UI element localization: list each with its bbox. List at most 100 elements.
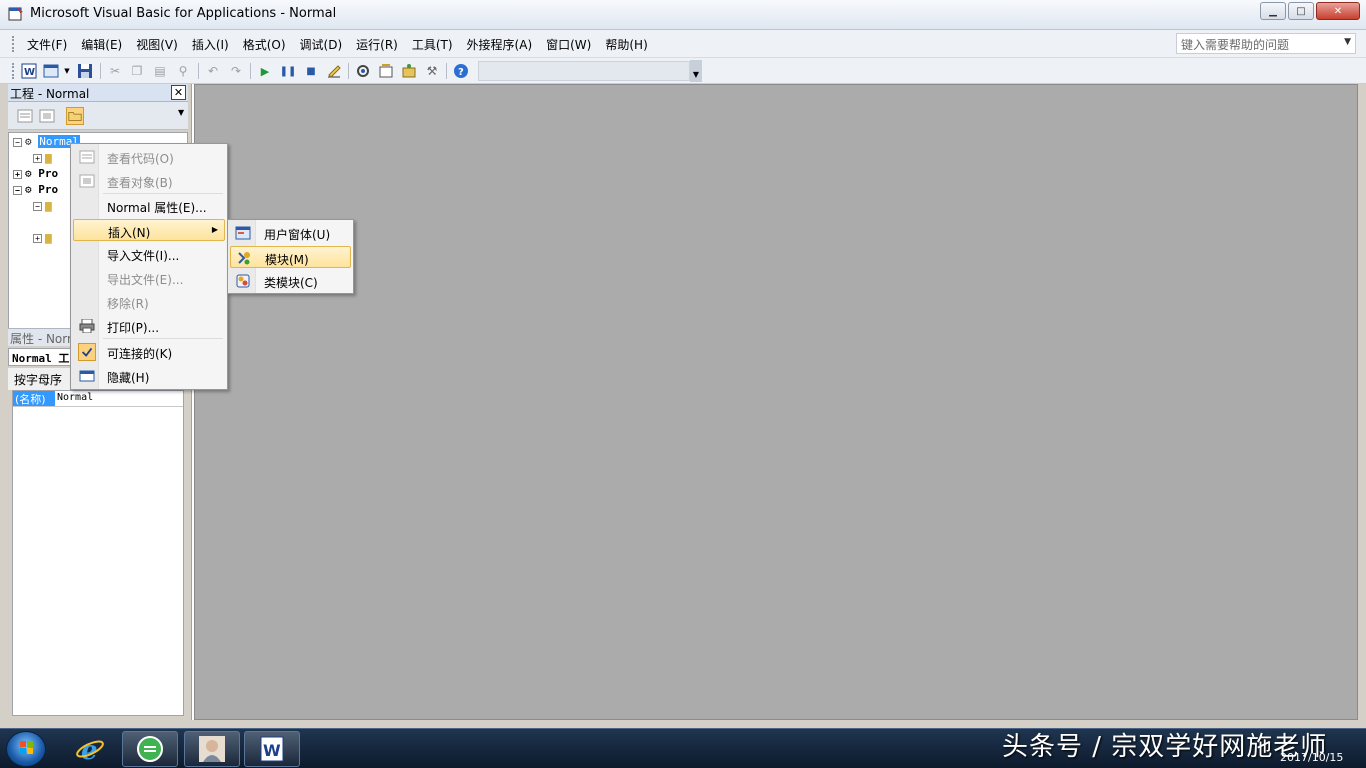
menu-help[interactable]: 帮助(H) <box>598 36 654 53</box>
menu-item-import-file[interactable]: 导入文件(I)... <box>73 243 225 265</box>
help-icon[interactable]: ? <box>452 62 470 80</box>
view-object-icon[interactable] <box>38 107 56 125</box>
project-explorer-icon[interactable] <box>354 62 372 80</box>
window-frame-right <box>1358 84 1366 720</box>
menu-addins[interactable]: 外接程序(A) <box>460 36 540 53</box>
properties-grid: (名称) Normal <box>12 390 184 716</box>
collapse-icon[interactable]: − <box>33 201 42 211</box>
maximize-button[interactable]: □ <box>1288 2 1314 20</box>
menu-item-label: 查看对象(B) <box>107 176 173 190</box>
menu-item-export-file[interactable]: 导出文件(E)... <box>73 267 225 289</box>
menu-format[interactable]: 格式(O) <box>236 36 293 53</box>
menu-separator <box>103 338 223 339</box>
toolbox-icon[interactable]: ⚒ <box>423 62 441 80</box>
clock-date[interactable]: 2017/10/15 <box>1280 751 1343 764</box>
tree-item-folder[interactable]: − ▆ <box>33 199 52 215</box>
toolbar-options-icon[interactable]: ▼ <box>690 60 702 82</box>
collapse-icon[interactable]: − <box>13 137 22 147</box>
menu-edit[interactable]: 编辑(E) <box>74 36 129 53</box>
tree-item-project[interactable]: − ⚙ Pro <box>13 183 58 199</box>
menu-window[interactable]: 窗口(W) <box>539 36 598 53</box>
svg-text:W: W <box>24 67 35 78</box>
svg-text:W: W <box>263 741 281 760</box>
menu-item-hide[interactable]: 隐藏(H) <box>73 365 225 387</box>
expand-icon[interactable]: + <box>33 233 42 243</box>
word-view-icon[interactable]: W <box>20 62 38 80</box>
taskbar-photo-button[interactable] <box>184 731 240 767</box>
vba-project-icon: ⚙ <box>25 183 32 196</box>
view-code-icon[interactable] <box>16 107 34 125</box>
chevron-down-icon[interactable]: ▼ <box>1344 37 1351 47</box>
menu-file[interactable]: 文件(F) <box>20 36 74 53</box>
menu-item-view-object[interactable]: 查看对象(B) <box>73 170 225 192</box>
tree-item-project[interactable]: + ⚙ Pro <box>13 167 58 183</box>
module-icon <box>238 252 250 265</box>
menu-item-userform[interactable]: 用户窗体(U) <box>230 222 351 244</box>
property-key: (名称) <box>13 391 55 406</box>
close-button[interactable]: ✕ <box>1316 2 1360 20</box>
menu-view[interactable]: 视图(V) <box>129 36 185 53</box>
close-icon[interactable]: ✕ <box>171 85 186 100</box>
toolbar-separator <box>348 63 349 79</box>
properties-window-icon[interactable] <box>377 62 395 80</box>
menu-item-label: Normal 属性(E)... <box>107 201 207 215</box>
chevron-down-icon[interactable]: ▼ <box>62 62 72 80</box>
object-browser-icon[interactable] <box>400 62 418 80</box>
portrait-thumbnail-icon <box>199 736 225 762</box>
windows-logo-icon <box>20 741 33 754</box>
menu-tools[interactable]: 工具(T) <box>405 36 460 53</box>
window-title: Microsoft Visual Basic for Applications … <box>30 6 337 21</box>
redo-icon[interactable]: ↷ <box>227 62 245 80</box>
start-button[interactable] <box>6 731 46 767</box>
menu-debug[interactable]: 调试(D) <box>293 36 350 53</box>
run-icon[interactable]: ▶ <box>256 62 274 80</box>
menu-item-class-module[interactable]: 类模块(C) <box>230 270 351 292</box>
menu-run[interactable]: 运行(R) <box>349 36 405 53</box>
userform-icon <box>235 226 251 240</box>
cut-icon[interactable]: ✂ <box>106 62 124 80</box>
menu-item-properties[interactable]: Normal 属性(E)... <box>73 195 225 217</box>
menu-item-print[interactable]: 打印(P)... <box>73 315 225 337</box>
menu-item-dockable[interactable]: 可连接的(K) <box>73 341 225 363</box>
chevron-down-icon[interactable]: ▼ <box>178 108 184 117</box>
taskbar-app-button[interactable] <box>122 731 178 767</box>
menu-item-remove[interactable]: 移除(R) <box>73 291 225 313</box>
menu-item-label: 查看代码(O) <box>107 152 174 166</box>
menu-item-label: 插入(N) <box>108 226 151 240</box>
window-titlebar[interactable]: Microsoft Visual Basic for Applications … <box>0 0 1366 30</box>
design-mode-icon[interactable] <box>325 62 343 80</box>
tree-item-folder[interactable]: + ▆ <box>33 151 52 167</box>
paste-icon[interactable]: ▤ <box>151 62 169 80</box>
copy-icon[interactable]: ❐ <box>128 62 146 80</box>
reset-icon[interactable]: ■ <box>302 62 320 80</box>
taskbar-ie-button[interactable]: e <box>62 731 118 767</box>
menubar-grip[interactable] <box>12 36 15 52</box>
taskbar-word-button[interactable]: W <box>244 731 300 767</box>
break-icon[interactable]: ❚❚ <box>279 62 297 80</box>
menu-item-label: 类模块(C) <box>264 276 318 290</box>
help-search-input[interactable]: 键入需要帮助的问题 ▼ <box>1176 33 1356 54</box>
expand-icon[interactable]: + <box>13 169 22 179</box>
toggle-folders-icon[interactable] <box>66 107 84 125</box>
menu-bar: 文件(F) 编辑(E) 视图(V) 插入(I) 格式(O) 调试(D) 运行(R… <box>0 30 1366 58</box>
save-icon[interactable] <box>76 62 94 80</box>
toolbar-separator <box>100 63 101 79</box>
find-icon[interactable]: ⚲ <box>174 62 192 80</box>
minimize-button[interactable]: ▁ <box>1260 2 1286 20</box>
property-value[interactable]: Normal <box>57 391 93 403</box>
hide-window-icon <box>79 370 95 382</box>
menu-item-module[interactable]: 模块(M) <box>230 246 351 268</box>
toolbar-grip[interactable] <box>12 63 15 79</box>
vba-project-icon: ⚙ <box>25 167 32 180</box>
insert-userform-icon[interactable] <box>42 62 60 80</box>
expand-icon[interactable]: + <box>33 153 42 163</box>
vba-project-icon: ⚙ <box>25 135 32 148</box>
undo-icon[interactable]: ↶ <box>204 62 222 80</box>
help-search-placeholder: 键入需要帮助的问题 <box>1181 38 1290 52</box>
property-row-name[interactable]: (名称) Normal <box>13 391 183 407</box>
collapse-icon[interactable]: − <box>13 185 22 195</box>
tree-item-folder[interactable]: + ▆ <box>33 231 52 247</box>
menu-item-insert[interactable]: 插入(N) ▶ <box>73 219 225 241</box>
menu-item-view-code[interactable]: 查看代码(O) <box>73 146 225 168</box>
menu-insert[interactable]: 插入(I) <box>185 36 236 53</box>
